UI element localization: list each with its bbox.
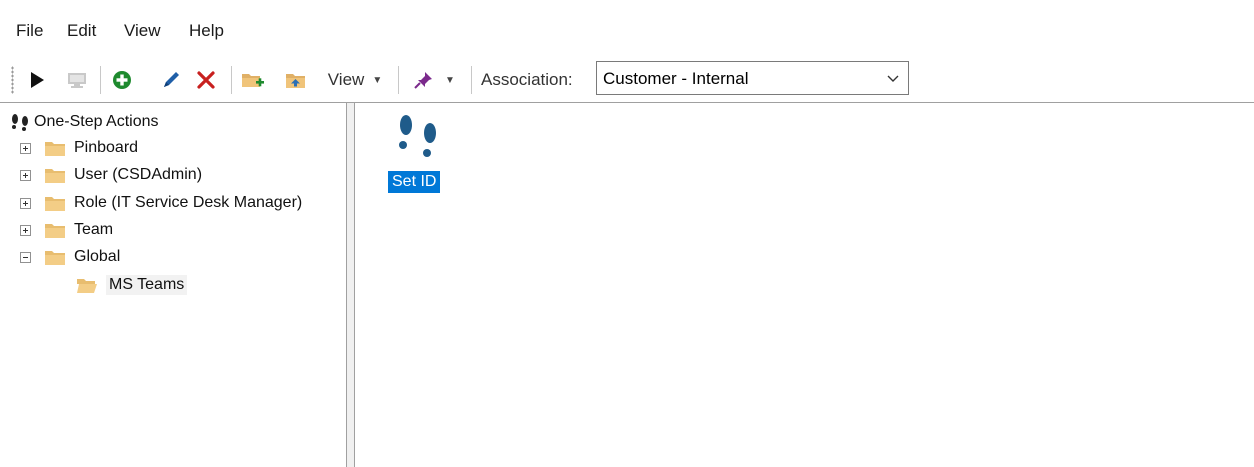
association-select[interactable]: Customer - Internal bbox=[596, 61, 909, 95]
folder-up-button[interactable] bbox=[282, 64, 310, 96]
toolbar-separator bbox=[398, 66, 399, 94]
pane-splitter[interactable] bbox=[346, 103, 355, 467]
expand-plus-icon[interactable] bbox=[20, 142, 31, 154]
folder-icon bbox=[45, 197, 65, 211]
tree-item-ms-teams[interactable]: MS Teams bbox=[77, 273, 188, 297]
caret-down-icon: ▼ bbox=[445, 74, 455, 86]
folder-up-icon bbox=[286, 74, 305, 88]
folder-icon bbox=[45, 224, 65, 238]
menu-bar: File Edit View Help bbox=[0, 0, 1254, 58]
new-folder-button[interactable] bbox=[238, 64, 268, 96]
tree-item-label: Global bbox=[74, 248, 121, 265]
add-button[interactable] bbox=[107, 64, 137, 96]
caret-down-icon: ▼ bbox=[372, 74, 383, 86]
new-folder-icon bbox=[242, 74, 264, 87]
expand-plus-icon[interactable] bbox=[20, 197, 31, 209]
view-dropdown[interactable]: View ▼ bbox=[318, 64, 392, 96]
tree-pane[interactable]: One-Step Actions Pinboard User (CSDAdmin… bbox=[0, 103, 346, 467]
action-set-id-label[interactable]: Set ID bbox=[388, 171, 441, 193]
pin-icon bbox=[414, 72, 433, 89]
menu-file[interactable]: File bbox=[16, 21, 43, 41]
menu-edit[interactable]: Edit bbox=[67, 21, 96, 41]
tree-item-label: Team bbox=[74, 221, 114, 238]
collapse-minus-icon[interactable] bbox=[20, 251, 31, 263]
toolbar-separator bbox=[231, 66, 232, 94]
menu-help[interactable]: Help bbox=[189, 21, 224, 41]
run-button[interactable] bbox=[24, 64, 50, 96]
run-icon bbox=[31, 72, 44, 88]
expand-plus-icon[interactable] bbox=[20, 169, 31, 181]
chevron-down-icon bbox=[887, 75, 899, 82]
tree-item-label: User (CSDAdmin) bbox=[74, 166, 203, 183]
edit-button[interactable] bbox=[156, 64, 186, 96]
expand-plus-icon[interactable] bbox=[20, 224, 31, 236]
tree-item-pinboard[interactable]: Pinboard bbox=[20, 136, 138, 160]
tree-item-team[interactable]: Team bbox=[20, 218, 113, 242]
tree-item-label: Pinboard bbox=[74, 139, 139, 156]
delete-icon bbox=[197, 71, 215, 89]
folder-icon bbox=[45, 142, 65, 156]
association-label: Association: bbox=[481, 70, 573, 89]
folder-icon bbox=[45, 251, 65, 265]
association-select-value: Customer - Internal bbox=[603, 69, 749, 88]
tree-item-role[interactable]: Role (IT Service Desk Manager) bbox=[20, 191, 302, 215]
tree-root-label: One-Step Actions bbox=[34, 113, 159, 130]
pin-dropdown[interactable]: ▼ bbox=[404, 64, 464, 96]
toolbar-separator bbox=[100, 66, 101, 94]
association-label-wrap: Association: bbox=[481, 64, 591, 96]
delete-button[interactable] bbox=[192, 64, 220, 96]
footsteps-icon bbox=[399, 115, 436, 157]
toolbar-grip[interactable] bbox=[11, 66, 14, 94]
toolbar-separator bbox=[471, 66, 472, 94]
tree-item-label: Role (IT Service Desk Manager) bbox=[74, 194, 303, 211]
disabled-run-icon bbox=[68, 73, 86, 88]
folder-icon bbox=[45, 169, 65, 183]
tree-item-global[interactable]: Global bbox=[20, 245, 120, 269]
open-folder-icon bbox=[77, 279, 97, 293]
actions-pane[interactable] bbox=[355, 103, 1254, 467]
tree-item-label: MS Teams bbox=[106, 275, 188, 295]
view-dropdown-label: View bbox=[327, 70, 365, 89]
disabled-run-button[interactable] bbox=[62, 64, 92, 96]
tree-item-user[interactable]: User (CSDAdmin) bbox=[20, 163, 202, 187]
tree-root[interactable]: One-Step Actions bbox=[9, 110, 159, 134]
add-icon bbox=[113, 71, 131, 89]
edit-icon bbox=[164, 72, 179, 87]
menu-view[interactable]: View bbox=[124, 21, 161, 41]
